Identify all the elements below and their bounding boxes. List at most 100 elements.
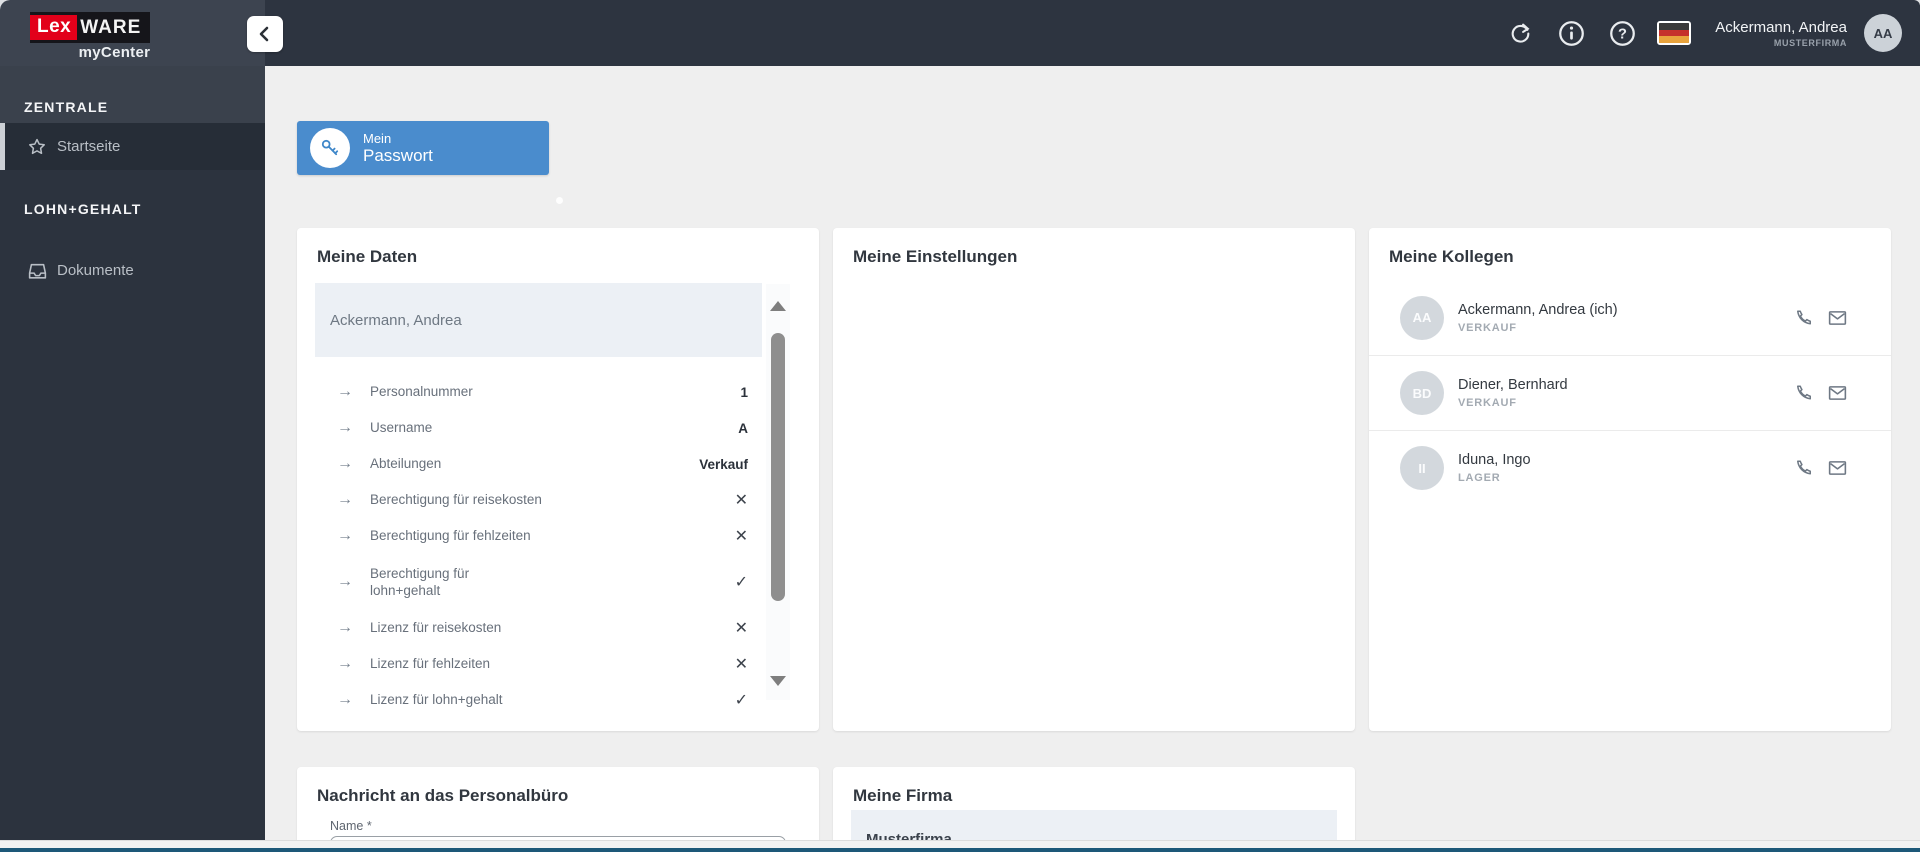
logo-lex: Lex (30, 15, 78, 40)
password-button-label: Mein Passwort (363, 131, 433, 165)
main-content: Mein Passwort Meine Daten Ackermann, And… (265, 66, 1920, 852)
list-item: → Personalnummer 1 (337, 383, 748, 400)
check-mark: ✓ (734, 574, 748, 591)
cursor-artifact (556, 197, 563, 204)
cross-mark: ✕ (734, 528, 748, 545)
sidebar-section-lohngehalt: LOHN+GEHALT (0, 201, 265, 241)
phone-icon[interactable] (1794, 383, 1814, 404)
card-title: Nachricht an das Personalbüro (317, 786, 569, 805)
kollegen-list: AA Ackermann, Andrea (ich) VERKAUF BD Di… (1369, 280, 1891, 505)
phone-icon[interactable] (1794, 458, 1814, 479)
logo-mycenter: myCenter (78, 44, 151, 61)
row-value: A (738, 420, 748, 436)
logo-ware: WARE (80, 16, 142, 38)
cards-row-top: Meine Daten Ackermann, Andrea → Personal… (297, 228, 1891, 731)
row-actions (1794, 307, 1848, 328)
user-name: Ackermann, Andrea (1715, 18, 1847, 36)
list-item: → Lizenz für reisekosten ✕ (337, 619, 748, 637)
card-meine-daten: Meine Daten Ackermann, Andrea → Personal… (297, 228, 819, 731)
svg-text:?: ? (1618, 26, 1627, 42)
list-item: → Lizenz für lohn+gehalt ✓ (337, 691, 748, 709)
lexware-logo: Lex WARE myCenter (30, 12, 151, 61)
person-header[interactable]: Ackermann, Andrea (315, 283, 762, 357)
collapse-sidebar-button[interactable] (247, 16, 283, 52)
key-icon (310, 128, 350, 168)
card-meine-einstellungen: Meine Einstellungen (833, 228, 1355, 731)
window-bottom-frame (0, 840, 1920, 852)
cross-mark: ✕ (734, 620, 748, 637)
list-item: → Abteilungen Verkauf (337, 455, 748, 472)
app-window: Lex WARE myCenter ? Ackermann, Andrea MU… (0, 0, 1920, 852)
scrollbar[interactable] (766, 284, 790, 700)
arrow-right-icon: → (337, 455, 353, 472)
section-label: LOHN+GEHALT (24, 201, 142, 217)
phone-icon[interactable] (1794, 307, 1814, 328)
user-menu[interactable]: Ackermann, Andrea MUSTERFIRMA (1715, 19, 1847, 48)
scroll-down-arrow[interactable] (770, 676, 786, 686)
avatar: II (1400, 446, 1444, 490)
check-mark: ✓ (734, 692, 748, 709)
sidebar-item-startseite[interactable]: Startseite (0, 123, 265, 170)
card-title: Meine Einstellungen (853, 247, 1018, 266)
row-value: 1 (740, 384, 748, 400)
row-actions (1794, 458, 1848, 479)
list-item: → Berechtigung für fehlzeiten ✕ (337, 527, 748, 545)
chevron-left-icon (259, 26, 269, 42)
scrollbar-thumb[interactable] (771, 333, 785, 601)
arrow-right-icon: → (337, 691, 353, 708)
list-item: → Berechtigung für lohn+gehalt ✓ (337, 565, 748, 598)
mail-icon[interactable] (1827, 307, 1848, 328)
name-field-label: Name * (330, 819, 372, 833)
logo-area: Lex WARE myCenter (0, 0, 265, 66)
arrow-right-icon: → (337, 655, 353, 672)
row-actions (1794, 383, 1848, 404)
person-name: Ackermann, Andrea (330, 311, 462, 329)
scroll-up-arrow[interactable] (770, 301, 786, 311)
avatar: BD (1400, 371, 1444, 415)
sidebar-section-zentrale: ZENTRALE (0, 66, 265, 123)
card-title: Meine Firma (853, 786, 953, 805)
sidebar-item-dokumente[interactable]: Dokumente (0, 247, 265, 294)
info-icon[interactable] (1558, 20, 1585, 47)
cross-mark: ✕ (734, 492, 748, 509)
topbar: ? Ackermann, Andrea MUSTERFIRMA AA (265, 0, 1920, 66)
row-value: Verkauf (699, 456, 748, 472)
arrow-right-icon: → (337, 383, 353, 400)
meine-daten-list: → Personalnummer 1 → Username A → Abteil… (315, 374, 762, 718)
help-icon[interactable]: ? (1609, 20, 1636, 47)
arrow-right-icon: → (337, 491, 353, 508)
mail-icon[interactable] (1827, 458, 1848, 479)
inbox-icon (27, 260, 48, 281)
avatar: AA (1400, 295, 1444, 340)
list-item: → Lizenz für fehlzeiten ✕ (337, 655, 748, 673)
sidebar-item-label: Dokumente (57, 262, 134, 279)
user-company: MUSTERFIRMA (1773, 37, 1847, 48)
card-title: Meine Kollegen (1389, 247, 1514, 266)
section-label: ZENTRALE (24, 99, 109, 115)
card-title: Meine Daten (317, 247, 418, 266)
list-item: → Berechtigung für reisekosten ✕ (337, 491, 748, 509)
kollege-info: Ackermann, Andrea (ich) VERKAUF (1458, 301, 1618, 334)
language-flag-german[interactable] (1657, 21, 1692, 45)
mail-icon[interactable] (1827, 383, 1848, 404)
mein-passwort-button[interactable]: Mein Passwort (297, 121, 549, 175)
star-icon (27, 137, 47, 157)
arrow-right-icon: → (337, 573, 353, 590)
header: Lex WARE myCenter ? Ackermann, Andrea MU… (0, 0, 1920, 66)
refresh-icon[interactable] (1507, 20, 1534, 47)
kollege-row[interactable]: II Iduna, Ingo LAGER (1369, 430, 1891, 505)
card-meine-kollegen: Meine Kollegen AA Ackermann, Andrea (ich… (1369, 228, 1891, 731)
cross-mark: ✕ (734, 656, 748, 673)
sidebar: ZENTRALE Startseite LOHN+GEHALT Dokument… (0, 66, 265, 852)
list-item: → Username A (337, 419, 748, 436)
kollege-info: Iduna, Ingo LAGER (1458, 452, 1531, 484)
lexware-logo-box: Lex WARE (30, 12, 151, 43)
avatar[interactable]: AA (1864, 14, 1902, 52)
kollege-info: Diener, Bernhard VERKAUF (1458, 377, 1568, 409)
arrow-right-icon: → (337, 527, 353, 544)
kollege-row[interactable]: AA Ackermann, Andrea (ich) VERKAUF (1369, 280, 1891, 355)
kollege-row[interactable]: BD Diener, Bernhard VERKAUF (1369, 355, 1891, 430)
arrow-right-icon: → (337, 619, 353, 636)
sidebar-item-label: Startseite (57, 138, 121, 155)
arrow-right-icon: → (337, 419, 353, 436)
